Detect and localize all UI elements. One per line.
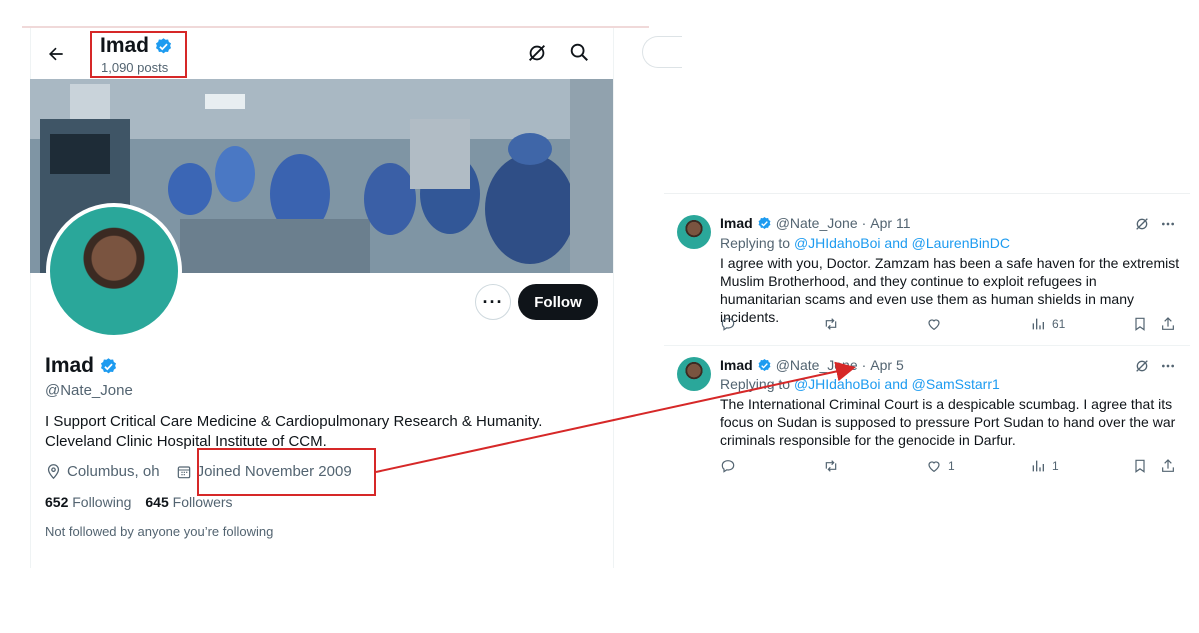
reply-user-link[interactable]: @LaurenBinDC: [912, 235, 1010, 251]
tweet-date[interactable]: Apr 5: [870, 357, 903, 373]
tweet-action-bar: 61: [720, 316, 1180, 336]
tweet-author-name[interactable]: Imad: [720, 215, 753, 231]
tweet-text: The International Criminal Court is a de…: [720, 396, 1176, 448]
verified-badge-icon: [758, 216, 771, 229]
sidebar-search-edge[interactable]: [642, 36, 682, 68]
verified-badge-icon: [758, 358, 771, 371]
tweet-action-bar: 1 1: [720, 458, 1180, 478]
profile-bio: I Support Critical Care Medicine & Cardi…: [45, 412, 585, 452]
tweet-header: Imad @Nate_Jone · Apr 5: [720, 357, 904, 373]
tweet-author-name[interactable]: Imad: [720, 357, 753, 373]
profile-name-row: Imad: [45, 354, 118, 378]
replying-prefix: Replying to: [720, 376, 791, 392]
tweet-top-actions: [1134, 216, 1176, 232]
tweet-author-handle[interactable]: @Nate_Jone: [776, 215, 858, 231]
bookmark-button[interactable]: [1132, 316, 1148, 332]
followers-link[interactable]: 645 Followers: [145, 494, 232, 510]
like-count: 1: [948, 459, 955, 473]
reply-button[interactable]: [720, 458, 736, 474]
like-button[interactable]: 1: [926, 458, 955, 474]
repost-button[interactable]: [822, 316, 840, 332]
tweet-date[interactable]: Apr 11: [870, 215, 910, 231]
repost-icon: [825, 318, 837, 330]
annotation-box-header: [90, 31, 187, 78]
tweet-item[interactable]: Imad @Nate_Jone · Apr 5 Replying to @JHI…: [664, 346, 1190, 498]
heart-icon: [928, 319, 940, 331]
following-link[interactable]: 652 Following: [45, 494, 131, 510]
location-pin-icon: [47, 464, 60, 480]
share-button[interactable]: [1160, 316, 1176, 332]
tweet-replying-to: Replying to @JHIdahoBoi and @SamSstarr1: [720, 376, 1000, 392]
calendar-icon: [177, 465, 190, 478]
grok-icon[interactable]: [1134, 358, 1150, 374]
reply-icon: [721, 460, 735, 473]
reply-and: and: [884, 376, 908, 392]
grok-icon[interactable]: [1134, 216, 1150, 232]
reply-user-link[interactable]: @JHIdahoBoi: [794, 376, 881, 392]
tweet-dot: ·: [861, 357, 867, 373]
verified-badge-icon: [100, 357, 117, 373]
back-arrow-icon: [49, 47, 63, 61]
reply-user-link[interactable]: @SamSstarr1: [912, 376, 1000, 392]
views-chart-icon: [1032, 460, 1044, 472]
bookmark-icon: [1135, 317, 1145, 331]
more-horizontal-icon[interactable]: [1160, 216, 1176, 232]
following-label: Following: [72, 494, 132, 510]
tweet-avatar[interactable]: [677, 215, 711, 249]
reply-icon: [721, 318, 735, 331]
reply-and: and: [884, 235, 908, 251]
profile-avatar[interactable]: [46, 203, 182, 339]
like-button[interactable]: [926, 316, 948, 332]
share-button[interactable]: [1160, 458, 1176, 474]
share-icon: [1162, 459, 1174, 472]
tweet-top-actions: [1134, 358, 1176, 374]
followers-count: 645: [145, 494, 169, 510]
back-button[interactable]: [42, 40, 70, 68]
more-options-button[interactable]: ···: [475, 284, 511, 320]
followers-you-know-note: Not followed by anyone you’re following: [45, 524, 274, 539]
view-count: 1: [1052, 459, 1059, 473]
tweet-item[interactable]: Imad @Nate_Jone · Apr 11 Replying to @JH…: [664, 194, 1190, 345]
repost-button[interactable]: [822, 458, 840, 474]
search-icon: [570, 43, 588, 61]
tweet-author-handle[interactable]: @Nate_Jone: [776, 357, 858, 373]
tweets-panel: Imad @Nate_Jone · Apr 11 Replying to @JH…: [664, 193, 1190, 498]
location-item: Columbus, oh: [45, 463, 160, 480]
search-button[interactable]: [568, 41, 592, 65]
repost-icon: [825, 460, 837, 472]
tweet-avatar[interactable]: [677, 357, 711, 391]
profile-panel: Imad 1,090 posts ··· Follow Imad @Nate_J…: [22, 28, 682, 568]
bio-line-1: I Support Critical Care Medicine & Cardi…: [45, 413, 543, 430]
follow-stats: 652 Following 645 Followers: [45, 494, 233, 510]
tweet-header: Imad @Nate_Jone · Apr 11: [720, 215, 911, 231]
share-icon: [1162, 317, 1174, 330]
reply-user-link[interactable]: @JHIdahoBoi: [794, 235, 881, 251]
profile-handle: @Nate_Jone: [45, 382, 133, 399]
heart-icon: [928, 461, 940, 473]
replying-prefix: Replying to: [720, 235, 791, 251]
tweet-dot: ·: [861, 215, 867, 231]
annotation-box-joined: [197, 448, 376, 496]
grok-icon: [529, 45, 545, 61]
more-horizontal-icon[interactable]: [1160, 358, 1176, 374]
bookmark-button[interactable]: [1132, 458, 1148, 474]
views-chart-icon: [1032, 318, 1044, 330]
location-text: Columbus, oh: [67, 463, 160, 480]
profile-name: Imad: [45, 354, 95, 377]
grok-button[interactable]: [526, 42, 550, 66]
reply-button[interactable]: [720, 316, 736, 332]
follow-button[interactable]: Follow: [518, 284, 598, 320]
tweet-replying-to: Replying to @JHIdahoBoi and @LaurenBinDC: [720, 235, 1010, 251]
bookmark-icon: [1135, 459, 1145, 473]
followers-label: Followers: [172, 494, 233, 510]
view-count: 61: [1052, 317, 1066, 331]
following-count: 652: [45, 494, 69, 510]
views-button[interactable]: 61: [1030, 316, 1065, 332]
views-button[interactable]: 1: [1030, 458, 1059, 474]
